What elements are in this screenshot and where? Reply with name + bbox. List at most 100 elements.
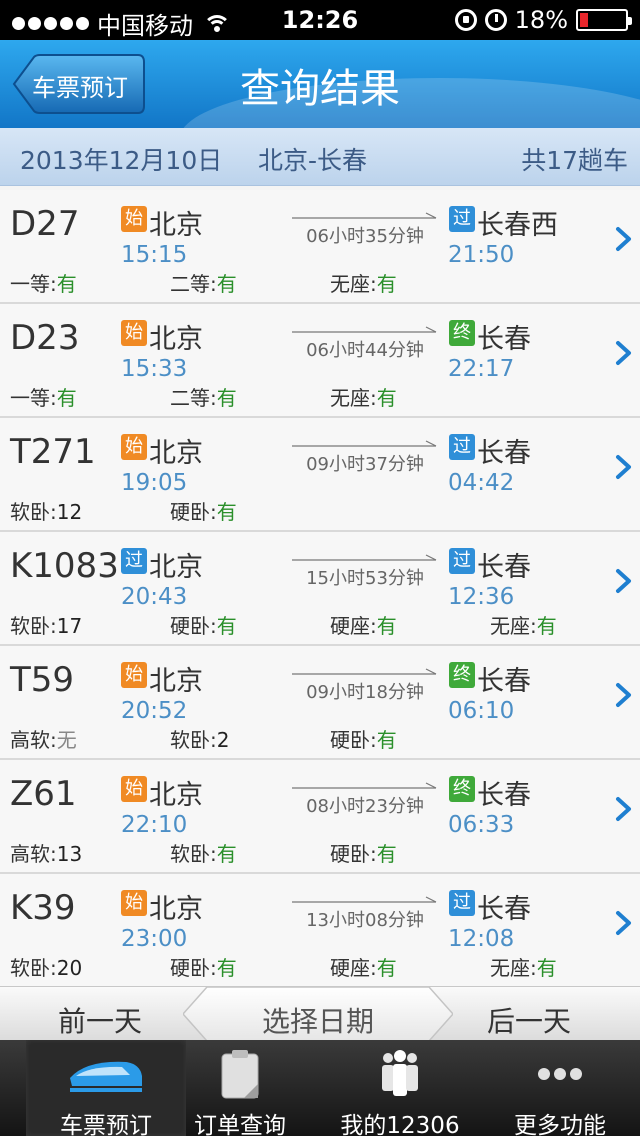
seat-class: 软卧: <box>10 614 57 638</box>
travel-duration: 13小时08分钟 <box>306 910 424 931</box>
seat-count: 有 <box>216 272 237 296</box>
battery-percent: 18% <box>514 6 568 34</box>
destination-type-badge: 过 <box>449 890 475 916</box>
departure-time: 15:33 <box>121 356 188 382</box>
seat-count: 有 <box>216 386 237 410</box>
train-row[interactable]: D27 始北京 15:15 06小时35分钟过长春西 21:50 一等:有 二等:有 无座:有 <box>0 190 640 304</box>
tab-more-functions[interactable]: 更多功能 <box>480 1040 640 1136</box>
arrival-station: 长春 <box>477 552 531 583</box>
arrival-time: 06:33 <box>448 812 515 838</box>
train-number: D27 <box>10 204 80 244</box>
seat-availability: 硬卧:有 <box>170 610 237 639</box>
train-row[interactable]: T59 始北京 20:52 09小时18分钟 终长春 06:10 高软:无 软卧:2 硬卧:有 <box>0 646 640 760</box>
seat-class: 无座: <box>490 956 537 980</box>
arrow-right-icon <box>292 212 437 219</box>
train-row[interactable]: D23 始北京 15:33 06小时44分钟终长春 22:17 一等:有 二等:有 无座:有 <box>0 304 640 418</box>
seat-class: 硬座: <box>330 614 377 638</box>
train-number: K39 <box>10 888 76 928</box>
departure-time: 20:52 <box>121 698 188 724</box>
destination-type-badge: 终 <box>449 776 475 802</box>
seat-class: 硬卧: <box>330 728 377 752</box>
train-row[interactable]: T271 始北京 19:05 09小时37分钟 过长春 04:42 软卧:12 硬卧:有 <box>0 418 640 532</box>
destination-type-badge: 过 <box>449 434 475 460</box>
arrow-right-icon <box>292 896 437 903</box>
chevron-right-icon <box>616 341 631 365</box>
rotation-lock-icon <box>454 9 477 31</box>
arrival-station: 长春 <box>477 324 531 355</box>
seat-class: 硬卧: <box>330 842 377 866</box>
seat-class: 软卧: <box>170 842 217 866</box>
seat-count: 有 <box>376 956 397 980</box>
travel-duration: 08小时23分钟 <box>306 796 424 817</box>
arrow-right-icon <box>292 554 437 561</box>
destination-type-badge: 过 <box>449 206 475 232</box>
arrow-right-icon <box>292 782 437 789</box>
tab-label: 更多功能 <box>514 1113 606 1136</box>
date-switcher: 前一天 选择日期 后一天 <box>0 986 640 1041</box>
seat-class: 无座: <box>330 386 377 410</box>
arrival-time: 12:36 <box>448 584 515 610</box>
seat-count: 有 <box>536 614 557 638</box>
destination-type-badge: 过 <box>449 548 475 574</box>
travel-duration: 06小时35分钟 <box>306 226 424 247</box>
previous-day-button[interactable]: 前一天 <box>58 1000 142 1040</box>
origin-type-badge: 过 <box>121 548 147 574</box>
departure-time: 19:05 <box>121 470 188 496</box>
tab-order-query[interactable]: 订单查询 <box>160 1040 320 1136</box>
clipboard-icon <box>221 1050 259 1099</box>
departure-time: 22:10 <box>121 812 188 838</box>
seat-availability: 无座:有 <box>490 952 557 981</box>
train-number: K1083 <box>10 546 119 586</box>
train-count: 共17趟车 <box>521 146 628 175</box>
seat-class: 硬卧: <box>170 956 217 980</box>
train-row[interactable]: K1083 过北京 20:43 15小时53分钟过长春 12:36 软卧:17 硬卧:有 硬座… <box>0 532 640 646</box>
seat-count: 有 <box>56 386 77 410</box>
seat-availability: 硬卧:有 <box>330 838 397 867</box>
departure-time: 20:43 <box>121 584 188 610</box>
arrival-station: 长春 <box>477 780 531 811</box>
train-number: D23 <box>10 318 80 358</box>
seat-count: 有 <box>376 842 397 866</box>
travel-duration: 06小时44分钟 <box>306 340 424 361</box>
seat-availability: 硬座:有 <box>330 610 397 639</box>
seat-count: 有 <box>376 728 397 752</box>
departure-time: 23:00 <box>121 926 188 952</box>
seat-availability: 硬卧:有 <box>330 724 397 753</box>
travel-duration: 09小时18分钟 <box>306 682 424 703</box>
select-date-button[interactable]: 选择日期 <box>183 987 453 1041</box>
seat-count: 有 <box>216 842 237 866</box>
train-number: T59 <box>10 660 75 700</box>
travel-duration: 09小时37分钟 <box>306 454 424 475</box>
battery-icon <box>576 9 632 31</box>
train-list: D27 始北京 15:15 06小时35分钟过长春西 21:50 一等:有 二等:有 无座:有… <box>0 190 640 988</box>
destination-type-badge: 终 <box>449 662 475 688</box>
seat-class: 软卧: <box>10 956 57 980</box>
arrival-station: 长春西 <box>477 210 558 241</box>
tab-my-12306[interactable]: 我的12306 <box>320 1040 480 1136</box>
train-row[interactable]: Z61 始北京 22:10 08小时23分钟终长春 06:33 高软:13 软卧:有 硬卧:有 <box>0 760 640 874</box>
arrow-right-icon <box>292 440 437 447</box>
seat-count: 有 <box>216 614 237 638</box>
origin-type-badge: 始 <box>121 320 147 346</box>
seat-class: 高软: <box>10 842 57 866</box>
departure-station: 北京 <box>149 666 203 697</box>
seat-availability: 软卧:17 <box>10 610 82 639</box>
seat-availability: 高软:13 <box>10 838 82 867</box>
departure-station: 北京 <box>149 780 203 811</box>
chevron-right-icon <box>616 227 631 251</box>
arrival-time: 06:10 <box>448 698 515 724</box>
seat-count: 无 <box>56 728 77 752</box>
train-number: T271 <box>10 432 96 472</box>
seat-class: 一等: <box>10 272 57 296</box>
origin-type-badge: 始 <box>121 662 147 688</box>
train-row[interactable]: K39 始北京 23:00 13小时08分钟过长春 12:08 软卧:20 硬卧:有 硬座:有… <box>0 874 640 988</box>
departure-station: 北京 <box>149 210 203 241</box>
seat-class: 硬座: <box>330 956 377 980</box>
seat-count: 有 <box>376 614 397 638</box>
departure-station: 北京 <box>149 438 203 469</box>
chevron-right-icon <box>616 797 631 821</box>
seat-class: 二等: <box>170 272 217 296</box>
seat-availability: 二等:有 <box>170 382 237 411</box>
next-day-button[interactable]: 后一天 <box>487 1000 571 1040</box>
arrival-time: 04:42 <box>448 470 515 496</box>
